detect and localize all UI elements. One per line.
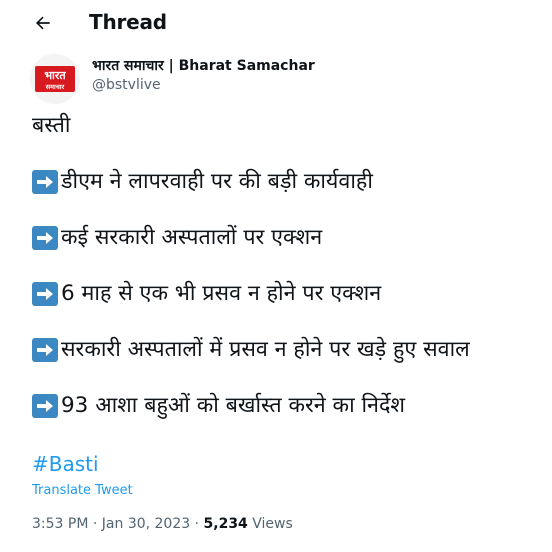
- separator: ·: [190, 516, 204, 532]
- header: Thread: [0, 0, 552, 46]
- views-label: Views: [247, 516, 293, 532]
- tweet-line: सरकारी अस्पतालों में प्रसव न होने पर खड़…: [32, 336, 542, 364]
- tweet-line-text: सरकारी अस्पतालों में प्रसव न होने पर खड़…: [61, 337, 470, 362]
- tweet-author: भारत समाचार भारत समाचार | Bharat Samacha…: [30, 54, 530, 104]
- avatar[interactable]: भारत समाचार: [30, 54, 80, 104]
- tweet-line-text: बस्ती: [32, 113, 71, 138]
- right-arrow-emoji-icon: [32, 394, 58, 418]
- tweet-line-text: कई सरकारी अस्पतालों पर एक्शन: [61, 225, 323, 250]
- right-arrow-emoji-icon: [32, 226, 58, 250]
- tweet-line-text: 6 माह से एक भी प्रसव न होने पर एक्शन: [61, 281, 382, 306]
- tweet-line: 93 आशा बहुओं को बर्खास्त करने का निर्देश: [32, 392, 542, 420]
- user-handle[interactable]: @bstvlive: [92, 77, 161, 93]
- logo-text-top: भारत: [44, 69, 66, 82]
- tweet-line: बस्ती: [32, 112, 542, 140]
- tweet-line: डीएम ने लापरवाही पर की बड़ी कार्यवाही: [32, 168, 542, 196]
- hashtag-link[interactable]: #Basti: [32, 452, 99, 476]
- right-arrow-emoji-icon: [32, 170, 58, 194]
- tweet-line: 6 माह से एक भी प्रसव न होने पर एक्शन: [32, 280, 542, 308]
- logo-text-bottom: समाचार: [45, 83, 65, 91]
- right-arrow-emoji-icon: [32, 282, 58, 306]
- back-button[interactable]: [28, 8, 58, 38]
- tweet-metadata: 3:53 PM · Jan 30, 2023 · 5,234 Views: [32, 516, 293, 532]
- display-name[interactable]: भारत समाचार | Bharat Samachar: [92, 56, 315, 75]
- tweet-line-text: 93 आशा बहुओं को बर्खास्त करने का निर्देश: [61, 393, 406, 418]
- tweet-line-text: डीएम ने लापरवाही पर की बड़ी कार्यवाही: [61, 169, 373, 194]
- tweet-time[interactable]: 3:53 PM: [32, 516, 88, 532]
- tweet-date[interactable]: Jan 30, 2023: [102, 516, 190, 532]
- bharat-samachar-logo: भारत समाचार: [30, 54, 80, 104]
- views-count: 5,234: [203, 516, 248, 532]
- separator: ·: [88, 516, 102, 532]
- tweet-line: कई सरकारी अस्पतालों पर एक्शन: [32, 224, 542, 252]
- translate-tweet-link[interactable]: Translate Tweet: [32, 483, 133, 498]
- page-title: Thread: [89, 10, 167, 34]
- right-arrow-emoji-icon: [32, 338, 58, 362]
- tweet-text: बस्ती डीएम ने लापरवाही पर की बड़ी कार्यव…: [32, 112, 542, 448]
- arrow-left-icon: [35, 16, 50, 30]
